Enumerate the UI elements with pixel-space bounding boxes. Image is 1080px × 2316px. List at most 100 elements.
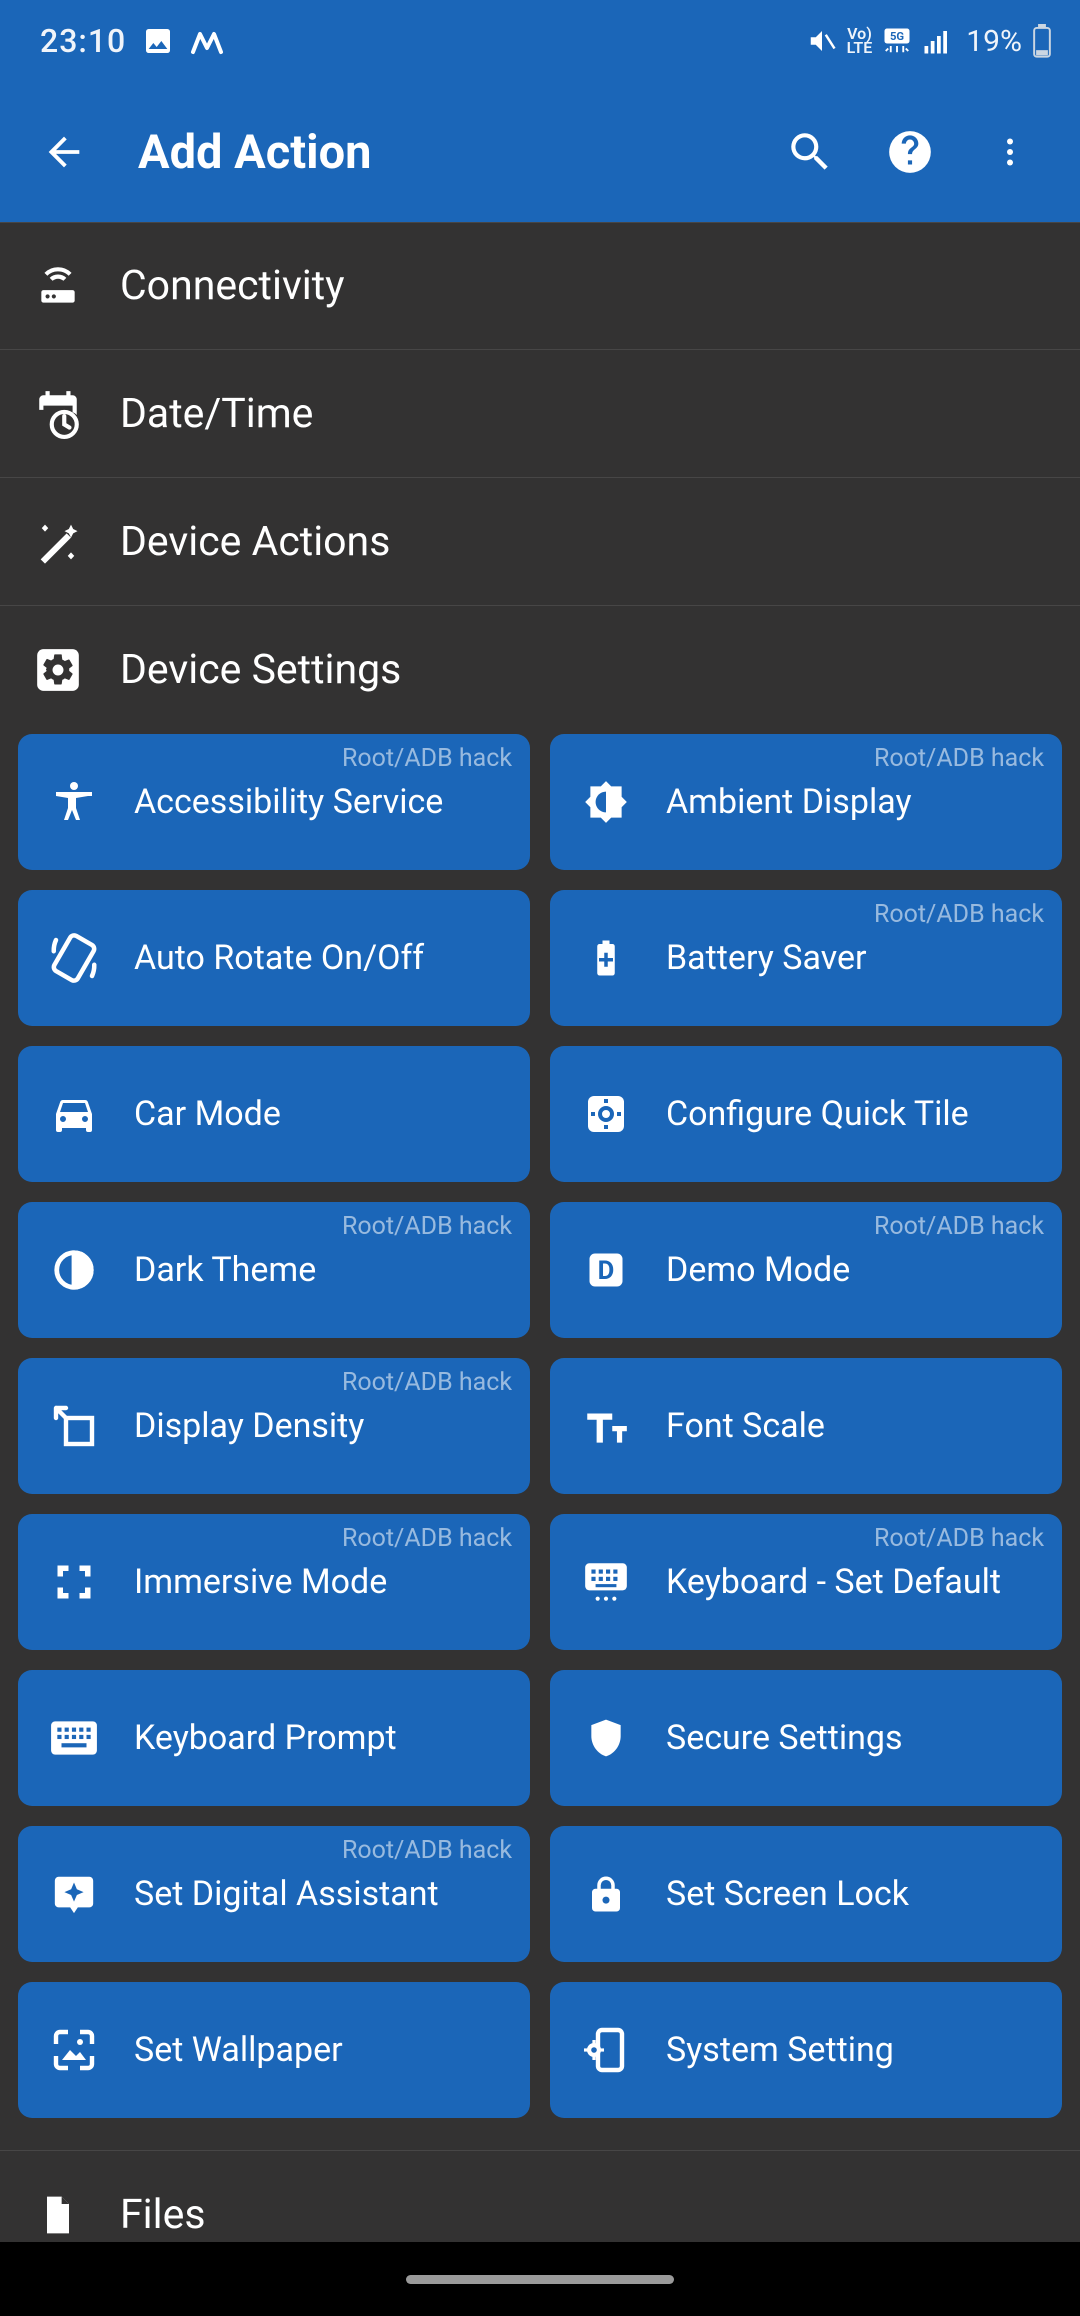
screen: 23:10 Vo)LTE 5G 19% xyxy=(0,0,1080,2316)
more-vert-icon xyxy=(992,128,1028,176)
tile-configure-quick-tile[interactable]: Configure Quick Tile xyxy=(550,1046,1062,1182)
tile-label: Auto Rotate On/Off xyxy=(134,938,424,979)
svg-text:5G: 5G xyxy=(890,30,904,43)
search-icon xyxy=(785,127,835,177)
category-label: Files xyxy=(120,2191,206,2239)
tile-battery-saver[interactable]: Root/ADB hack Battery Saver xyxy=(550,890,1062,1026)
tile-label: Accessibility Service xyxy=(134,782,443,823)
tile-label: Font Scale xyxy=(666,1406,825,1447)
svg-text:D: D xyxy=(598,1256,615,1286)
tile-system-setting[interactable]: System Setting xyxy=(550,1982,1062,2118)
car-icon xyxy=(44,1090,104,1138)
signal-icon xyxy=(922,26,952,56)
category-files[interactable]: Files xyxy=(0,2151,1080,2242)
tile-ambient-display[interactable]: Root/ADB hack Ambient Display xyxy=(550,734,1062,870)
status-left: 23:10 xyxy=(40,22,224,60)
tile-label: Keyboard Prompt xyxy=(134,1718,397,1759)
picture-icon xyxy=(142,25,174,57)
tile-dark-theme[interactable]: Root/ADB hack Dark Theme xyxy=(18,1202,530,1338)
phone-gear-icon xyxy=(576,2026,636,2074)
wallpaper-icon xyxy=(44,2026,104,2074)
brightness-icon xyxy=(576,777,636,827)
category-connectivity[interactable]: Connectivity xyxy=(0,222,1080,350)
tiles-grid: Root/ADB hack Accessibility Service Root… xyxy=(0,734,1080,2151)
mute-icon xyxy=(807,26,837,56)
tile-immersive-mode[interactable]: Root/ADB hack Immersive Mode xyxy=(18,1514,530,1650)
tile-label: Ambient Display xyxy=(666,782,912,823)
assistant-icon xyxy=(44,1871,104,1917)
category-label: Date/Time xyxy=(120,390,313,438)
keyboard-icon xyxy=(44,1717,104,1759)
search-button[interactable] xyxy=(760,102,860,202)
tile-label: Dark Theme xyxy=(134,1250,316,1291)
tile-badge: Root/ADB hack xyxy=(342,1524,512,1553)
tile-badge: Root/ADB hack xyxy=(874,744,1044,773)
font-scale-icon xyxy=(576,1401,636,1451)
tile-set-wallpaper[interactable]: Set Wallpaper xyxy=(18,1982,530,2118)
tile-car-mode[interactable]: Car Mode xyxy=(18,1046,530,1182)
tile-badge: Root/ADB hack xyxy=(874,900,1044,929)
overflow-button[interactable] xyxy=(960,102,1060,202)
tile-badge: Root/ADB hack xyxy=(874,1524,1044,1553)
category-datetime[interactable]: Date/Time xyxy=(0,350,1080,478)
contrast-icon xyxy=(44,1247,104,1293)
tile-auto-rotate[interactable]: Auto Rotate On/Off xyxy=(18,890,530,1026)
tile-badge: Root/ADB hack xyxy=(342,1836,512,1865)
tile-label: Keyboard - Set Default xyxy=(666,1562,1001,1603)
home-indicator[interactable] xyxy=(406,2275,674,2284)
status-time: 23:10 xyxy=(40,22,126,60)
app-bar: Add Action xyxy=(0,82,1080,222)
fullscreen-icon xyxy=(44,1560,104,1604)
tile-badge: Root/ADB hack xyxy=(342,1212,512,1241)
category-label: Connectivity xyxy=(120,262,345,310)
help-button[interactable] xyxy=(860,102,960,202)
tile-label: Battery Saver xyxy=(666,938,867,979)
tile-set-digital-assistant[interactable]: Root/ADB hack Set Digital Assistant xyxy=(18,1826,530,1962)
battery-icon xyxy=(1032,24,1052,58)
battery-plus-icon xyxy=(576,934,636,982)
tile-label: Car Mode xyxy=(134,1094,281,1135)
magic-wand-icon xyxy=(28,516,88,568)
tile-label: Set Screen Lock xyxy=(666,1874,909,1915)
tile-label: Secure Settings xyxy=(666,1718,903,1759)
tile-badge: Root/ADB hack xyxy=(342,744,512,773)
settings-app-icon xyxy=(28,645,88,695)
category-label: Device Actions xyxy=(120,518,390,566)
keyboard-hide-icon xyxy=(576,1557,636,1607)
status-right: Vo)LTE 5G 19% xyxy=(807,24,1052,59)
arrow-back-icon xyxy=(41,129,87,175)
tile-label: System Setting xyxy=(666,2030,894,2071)
tile-label: Immersive Mode xyxy=(134,1562,387,1603)
category-device-actions[interactable]: Device Actions xyxy=(0,478,1080,606)
gear-tile-icon xyxy=(576,1090,636,1138)
tile-demo-mode[interactable]: Root/ADB hack D Demo Mode xyxy=(550,1202,1062,1338)
density-icon xyxy=(44,1402,104,1450)
tile-label: Demo Mode xyxy=(666,1250,850,1291)
tile-set-screen-lock[interactable]: Set Screen Lock xyxy=(550,1826,1062,1962)
accessibility-icon xyxy=(44,778,104,826)
tile-label: Set Wallpaper xyxy=(134,2030,343,2071)
file-icon xyxy=(28,2190,88,2240)
volte-icon: Vo)LTE xyxy=(847,27,873,56)
tile-font-scale[interactable]: Font Scale xyxy=(550,1358,1062,1494)
calendar-clock-icon xyxy=(28,389,88,439)
section-label: Device Settings xyxy=(120,646,401,694)
shield-icon xyxy=(576,1714,636,1762)
app-title: Add Action xyxy=(138,125,760,180)
tile-badge: Root/ADB hack xyxy=(874,1212,1044,1241)
tile-keyboard-prompt[interactable]: Keyboard Prompt xyxy=(18,1670,530,1806)
tile-label: Configure Quick Tile xyxy=(666,1094,969,1135)
tile-accessibility-service[interactable]: Root/ADB hack Accessibility Service xyxy=(18,734,530,870)
router-icon xyxy=(28,261,88,311)
tile-keyboard-set-default[interactable]: Root/ADB hack Keyboard - Set Default xyxy=(550,1514,1062,1650)
back-button[interactable] xyxy=(20,108,108,196)
status-bar: 23:10 Vo)LTE 5G 19% xyxy=(0,0,1080,82)
lock-icon xyxy=(576,1870,636,1918)
network-5g-icon: 5G xyxy=(882,26,912,56)
rotate-icon xyxy=(44,931,104,985)
tile-display-density[interactable]: Root/ADB hack Display Density xyxy=(18,1358,530,1494)
tile-secure-settings[interactable]: Secure Settings xyxy=(550,1670,1062,1806)
tile-badge: Root/ADB hack xyxy=(342,1368,512,1397)
section-device-settings[interactable]: Device Settings xyxy=(0,606,1080,734)
battery-percent: 19% xyxy=(966,24,1022,59)
